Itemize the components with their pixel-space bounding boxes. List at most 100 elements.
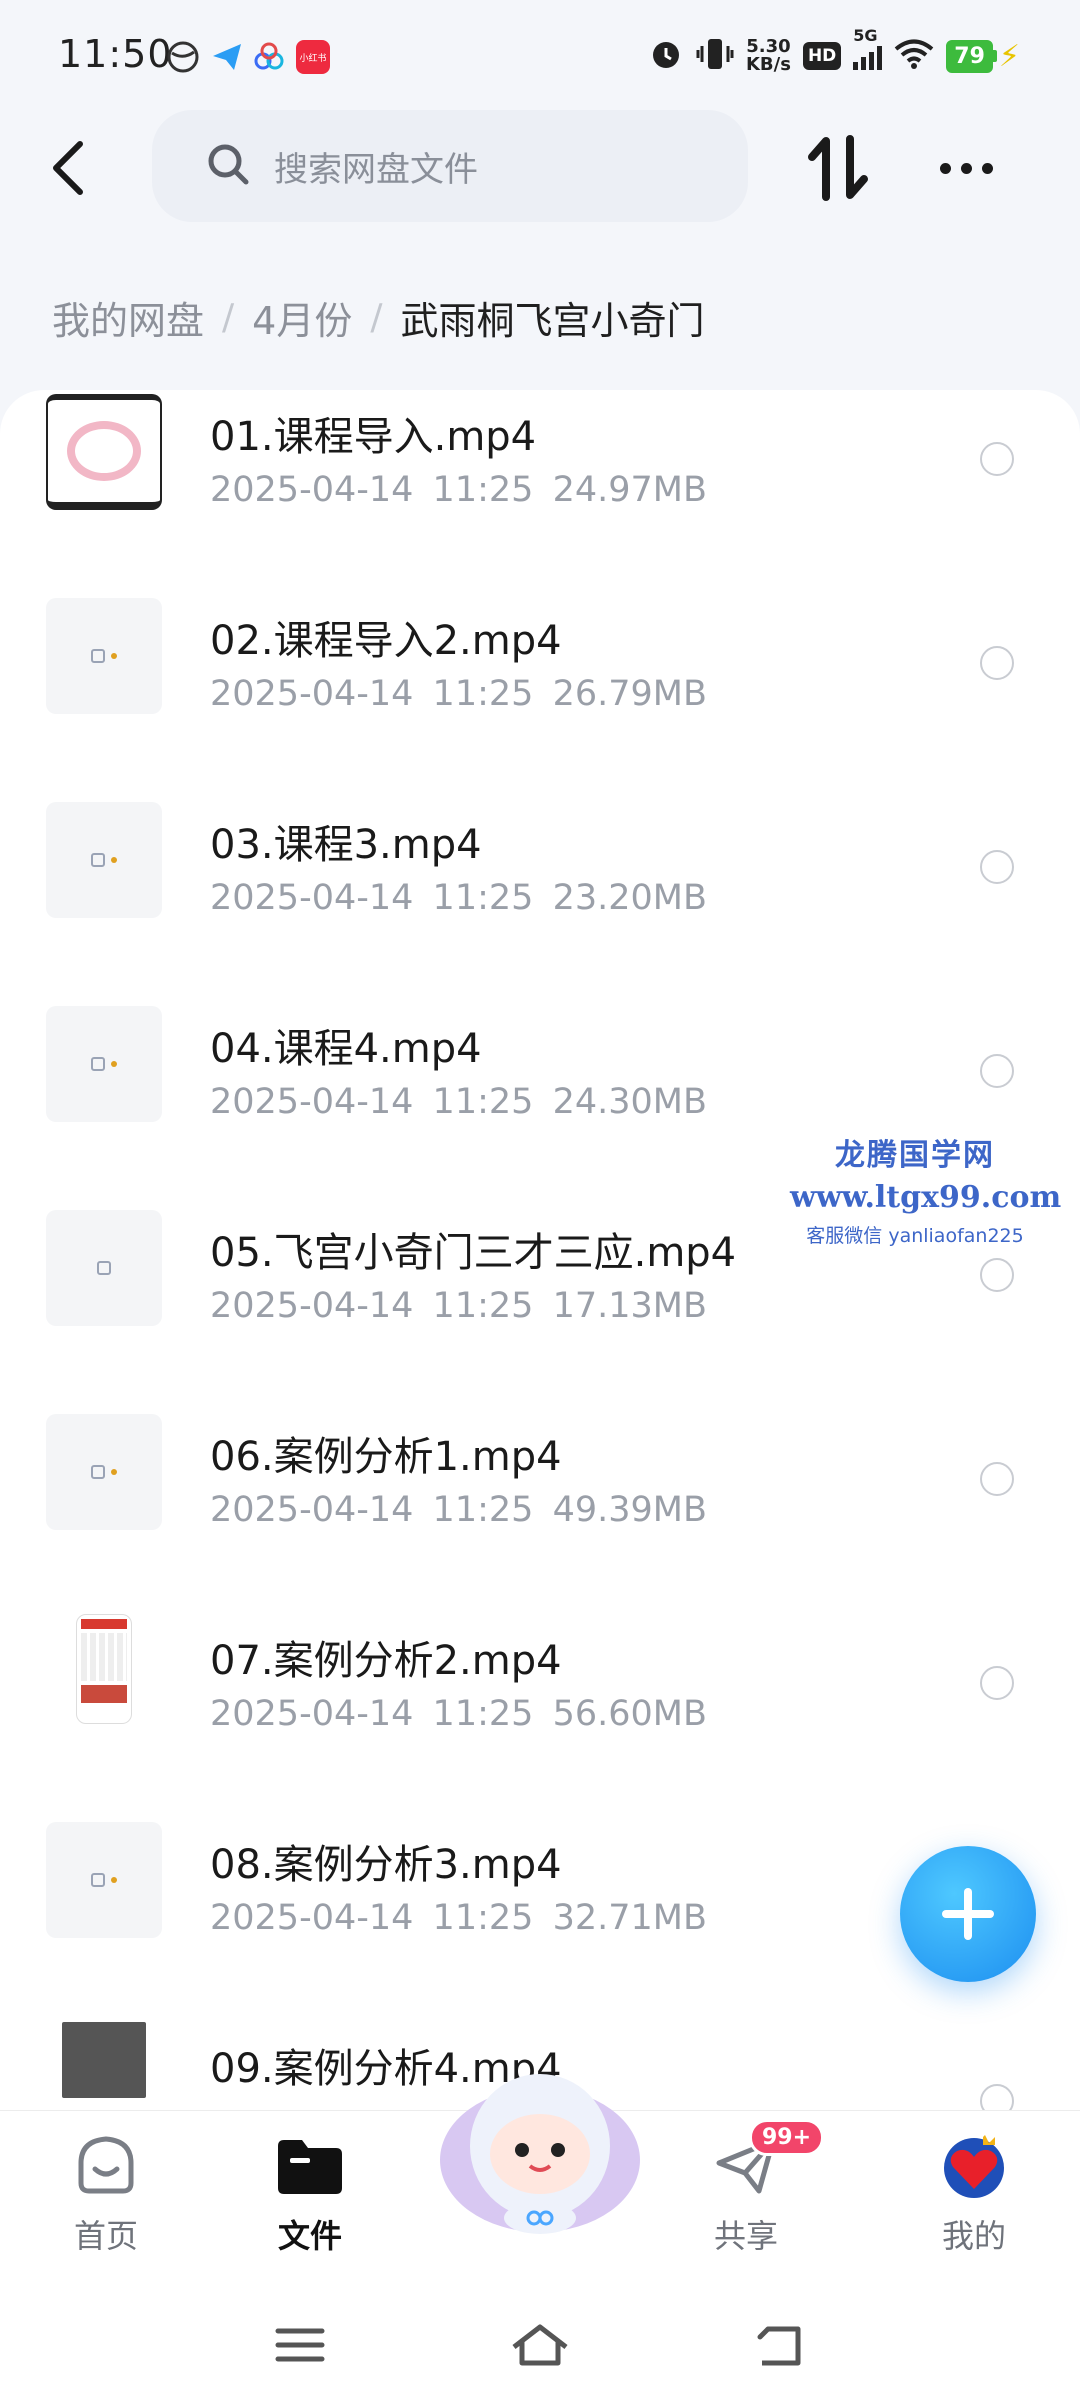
file-date: 2025-04-14 — [210, 674, 414, 714]
nav-item-files[interactable]: 文件 — [240, 2131, 380, 2281]
file-row[interactable]: 02.课程导入2.mp4 2025-04-14 11:25 26.79MB — [0, 594, 1080, 798]
file-meta: 2025-04-14 11:25 24.97MB — [210, 470, 707, 510]
sort-button[interactable] — [800, 130, 876, 206]
file-date: 2025-04-14 — [210, 878, 414, 918]
file-row[interactable]: 01.课程导入.mp4 2025-04-14 11:25 24.97MB — [0, 390, 1080, 594]
nav-label-share: 共享 — [713, 2217, 778, 2255]
file-size: 23.20MB — [552, 878, 707, 918]
video-thumbnail — [46, 1210, 162, 1326]
select-radio[interactable] — [980, 850, 1014, 884]
globe-icon — [166, 40, 200, 74]
breadcrumb-item-current: 武雨桐飞宫小奇门 — [400, 299, 705, 343]
file-list: 01.课程导入.mp4 2025-04-14 11:25 24.97MB 02.… — [0, 390, 1080, 2110]
select-radio[interactable] — [980, 1258, 1014, 1292]
file-name: 04.课程4.mp4 — [210, 1026, 482, 1072]
search-icon — [206, 142, 250, 190]
network-speed-unit: KB/s — [745, 54, 791, 75]
file-name: 02.课程导入2.mp4 — [210, 618, 562, 664]
video-thumbnail — [46, 394, 162, 510]
page: 11:50 小红书 5.30 KB/s HD 5G 79 ⚡ 搜索网盘文件 我的… — [0, 0, 1080, 2400]
hd-badge: HD — [802, 42, 842, 70]
file-row[interactable]: 03.课程3.mp4 2025-04-14 11:25 23.20MB — [0, 798, 1080, 1002]
home-button[interactable] — [500, 2310, 580, 2380]
home-icon — [71, 2131, 141, 2201]
system-nav-bar — [0, 2290, 1080, 2400]
more-options-button[interactable] — [924, 130, 1008, 206]
file-time: 11:25 — [432, 1490, 534, 1530]
file-meta: 2025-04-14 11:25 56.60MB — [210, 1694, 707, 1734]
paper-plane-icon: 99+ — [711, 2119, 825, 2201]
select-radio[interactable] — [980, 2084, 1014, 2110]
file-size: 17.13MB — [552, 1286, 707, 1326]
video-thumbnail — [46, 1006, 162, 1122]
add-button[interactable] — [900, 1846, 1036, 1982]
nav-label-mine: 我的 — [941, 2217, 1006, 2255]
search-placeholder: 搜索网盘文件 — [274, 149, 478, 190]
video-thumbnail — [46, 598, 162, 714]
network-type: 5G — [853, 26, 878, 45]
select-radio[interactable] — [980, 646, 1014, 680]
share-badge: 99+ — [749, 2119, 825, 2156]
wifi-icon — [894, 38, 934, 74]
battery-icon: 79 ⚡ — [946, 39, 1020, 74]
signal-icon: 5G — [853, 26, 883, 70]
file-meta: 2025-04-14 11:25 26.79MB — [210, 674, 707, 714]
nav-item-home[interactable]: 首页 — [36, 2131, 176, 2281]
alarm-icon — [648, 36, 684, 76]
nav-label-files: 文件 — [277, 2217, 342, 2255]
mascot-button[interactable] — [430, 2050, 650, 2240]
menu-button[interactable] — [260, 2310, 340, 2380]
back-button[interactable] — [40, 130, 96, 206]
file-size: 26.79MB — [552, 674, 707, 714]
video-thumbnail — [46, 1414, 162, 1530]
heart-avatar-icon — [939, 2131, 1009, 2201]
file-meta: 2025-04-14 11:25 24.30MB — [210, 1082, 707, 1122]
home-outline-icon — [512, 2324, 568, 2366]
file-date: 2025-04-14 — [210, 1898, 414, 1938]
back-nav-icon — [757, 2326, 801, 2366]
file-row[interactable]: 06.案例分析1.mp4 2025-04-14 11:25 49.39MB — [0, 1410, 1080, 1614]
file-meta: 2025-04-14 11:25 23.20MB — [210, 878, 707, 918]
file-time: 11:25 — [432, 878, 534, 918]
file-size: 56.60MB — [552, 1694, 707, 1734]
file-date: 2025-04-14 — [210, 470, 414, 510]
file-row[interactable]: 07.案例分析2.mp4 2025-04-14 11:25 56.60MB — [0, 1614, 1080, 1818]
nav-item-share[interactable]: 99+ 共享 — [676, 2119, 825, 2281]
nav-label-home: 首页 — [73, 2217, 138, 2255]
video-thumbnail — [62, 2022, 146, 2098]
back-nav-button[interactable] — [740, 2310, 820, 2380]
file-time: 11:25 — [432, 1082, 534, 1122]
select-radio[interactable] — [980, 1666, 1014, 1700]
file-size: 24.30MB — [552, 1082, 707, 1122]
breadcrumb-item-root[interactable]: 我的网盘 — [52, 290, 204, 345]
watermark-url: www.ltgx99.com — [790, 1180, 1062, 1215]
nav-item-mine[interactable]: 我的 — [904, 2131, 1044, 2281]
folder-icon — [275, 2131, 345, 2201]
file-date: 2025-04-14 — [210, 1490, 414, 1530]
file-time: 11:25 — [432, 1694, 534, 1734]
file-size: 24.97MB — [552, 470, 707, 510]
file-size: 32.71MB — [552, 1898, 707, 1938]
breadcrumb-item-month[interactable]: 4月份 — [252, 290, 352, 345]
select-radio[interactable] — [980, 1054, 1014, 1088]
select-radio[interactable] — [980, 442, 1014, 476]
file-meta: 2025-04-14 11:25 49.39MB — [210, 1490, 707, 1530]
file-time: 11:25 — [432, 674, 534, 714]
file-meta: 2025-04-14 11:25 17.13MB — [210, 1286, 707, 1326]
file-name: 03.课程3.mp4 — [210, 822, 482, 868]
status-time: 11:50 — [58, 32, 173, 76]
menu-icon — [275, 2328, 325, 2362]
file-name: 05.飞宫小奇门三才三应.mp4 — [210, 1230, 737, 1276]
select-radio[interactable] — [980, 1462, 1014, 1496]
breadcrumb-separator: / — [222, 297, 235, 338]
back-arrow-icon — [53, 141, 83, 195]
breadcrumb-separator: / — [370, 297, 383, 338]
file-time: 11:25 — [432, 1286, 534, 1326]
file-date: 2025-04-14 — [210, 1694, 414, 1734]
search-input[interactable]: 搜索网盘文件 — [152, 110, 748, 222]
charging-icon: ⚡ — [998, 38, 1020, 74]
status-icons: 5.30 KB/s HD 5G 79 ⚡ — [648, 26, 1020, 78]
video-thumbnail — [76, 1614, 132, 1724]
file-name: 06.案例分析1.mp4 — [210, 1434, 562, 1480]
watermark-contact: 客服微信 yanliaofan225 — [806, 1225, 1024, 1247]
